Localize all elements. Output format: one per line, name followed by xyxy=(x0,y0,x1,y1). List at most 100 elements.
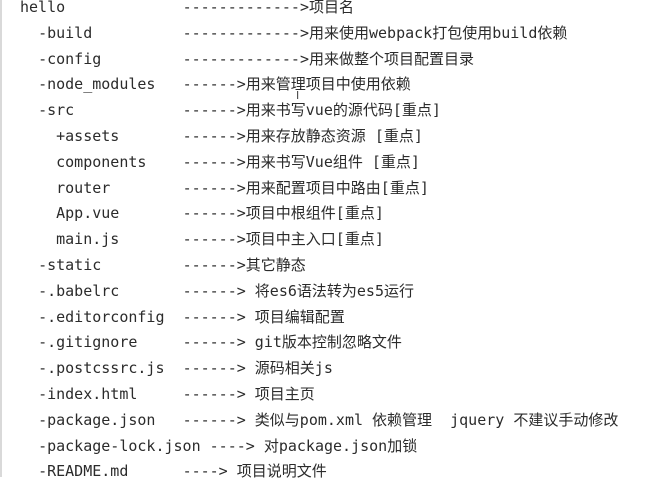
arrow: ------> xyxy=(182,75,246,94)
entry-name: App.vue xyxy=(56,204,120,223)
entry-description: 项目中根组件[重点] xyxy=(245,204,384,223)
entry-description: 用来书写vue的源代码[重点] xyxy=(245,101,441,120)
entry-name: router xyxy=(56,178,111,197)
code-line: App.vue ------>项目中根组件[重点] xyxy=(20,201,618,227)
code-line: hello ------------->项目名 xyxy=(20,0,618,21)
code-line: -static ------>其它静态 xyxy=(20,253,618,279)
entry-name: -package.json xyxy=(38,410,156,429)
code-line: main.js ------>项目中主入口[重点] xyxy=(20,227,618,253)
editor-left-border xyxy=(0,0,2,477)
arrow: ------> xyxy=(182,126,246,145)
entry-name: -.babelrc xyxy=(38,281,120,300)
entry-name: -index.html xyxy=(38,384,138,403)
arrow: ------> xyxy=(182,384,246,403)
code-line: -package-lock.json ----> 对package.json加锁 xyxy=(20,434,618,460)
entry-description: 类似与pom.xml 依赖管理 jquery 不建议手动修改 xyxy=(245,410,619,429)
entry-name: -package-lock.json xyxy=(38,436,201,455)
directory-structure-code-block: hello ------------->项目名 -build ---------… xyxy=(20,0,618,485)
entry-name: -.gitignore xyxy=(38,333,138,352)
entry-name: -README.md xyxy=(38,462,129,481)
entry-description: git版本控制忽略文件 xyxy=(245,333,402,352)
code-line: -node_modules ------>用来管理项目中使用依赖 xyxy=(20,72,618,98)
entry-description: 源码相关js xyxy=(245,359,333,378)
arrow: -------------> xyxy=(182,23,309,42)
entry-description: 用来做整个项目配置目录 xyxy=(309,49,475,68)
entry-name: -static xyxy=(38,255,102,274)
code-line: -README.md ----> 项目说明文件 xyxy=(20,459,618,485)
entry-name: -build xyxy=(38,23,93,42)
arrow: ------> xyxy=(182,255,246,274)
code-line: -.gitignore ------> git版本控制忽略文件 xyxy=(20,330,618,356)
arrow: ------> xyxy=(182,230,246,249)
entry-description: 项目主页 xyxy=(245,384,315,403)
code-line: -.editorconfig ------> 项目编辑配置 xyxy=(20,305,618,331)
arrow: -------------> xyxy=(182,0,309,16)
arrow: ------> xyxy=(182,410,246,429)
entry-description: 用来配置项目中路由[重点] xyxy=(245,178,429,197)
arrow: ------> xyxy=(182,152,246,171)
code-line: -src ------>用来书写vue的源代码[重点] xyxy=(20,98,618,124)
arrow: ----> xyxy=(209,436,255,455)
arrow: ------> xyxy=(182,178,246,197)
entry-description: 用来书写Vue组件 [重点] xyxy=(245,152,420,171)
arrow: ----> xyxy=(182,462,228,481)
arrow: ------> xyxy=(182,359,246,378)
code-line: router ------>用来配置项目中路由[重点] xyxy=(20,176,618,202)
entry-name: main.js xyxy=(56,230,120,249)
entry-description: 用来使用webpack打包使用build依赖 xyxy=(309,23,568,42)
arrow: ------> xyxy=(182,204,246,223)
text-cursor-icon: I xyxy=(296,89,300,102)
code-line: +assets ------>用来存放静态资源 [重点] xyxy=(20,124,618,150)
code-line: -build ------------->用来使用webpack打包使用buil… xyxy=(20,21,618,47)
code-line: -config ------------->用来做整个项目配置目录 xyxy=(20,47,618,73)
entry-description: 项目中主入口[重点] xyxy=(245,230,384,249)
entry-name: -config xyxy=(38,49,102,68)
entry-description: 将es6语法转为es5运行 xyxy=(245,281,414,300)
entry-description: 项目说明文件 xyxy=(227,462,327,481)
entry-description: 对package.json加锁 xyxy=(254,436,418,455)
entry-name: -src xyxy=(38,101,75,120)
code-line: -index.html ------> 项目主页 xyxy=(20,382,618,408)
arrow: ------> xyxy=(182,281,246,300)
arrow: ------> xyxy=(182,307,246,326)
entry-name: hello xyxy=(20,0,66,16)
entry-name: -node_modules xyxy=(38,75,156,94)
entry-description: 其它静态 xyxy=(245,255,306,274)
entry-name: -.editorconfig xyxy=(38,307,165,326)
entry-description: 项目名 xyxy=(309,0,355,16)
